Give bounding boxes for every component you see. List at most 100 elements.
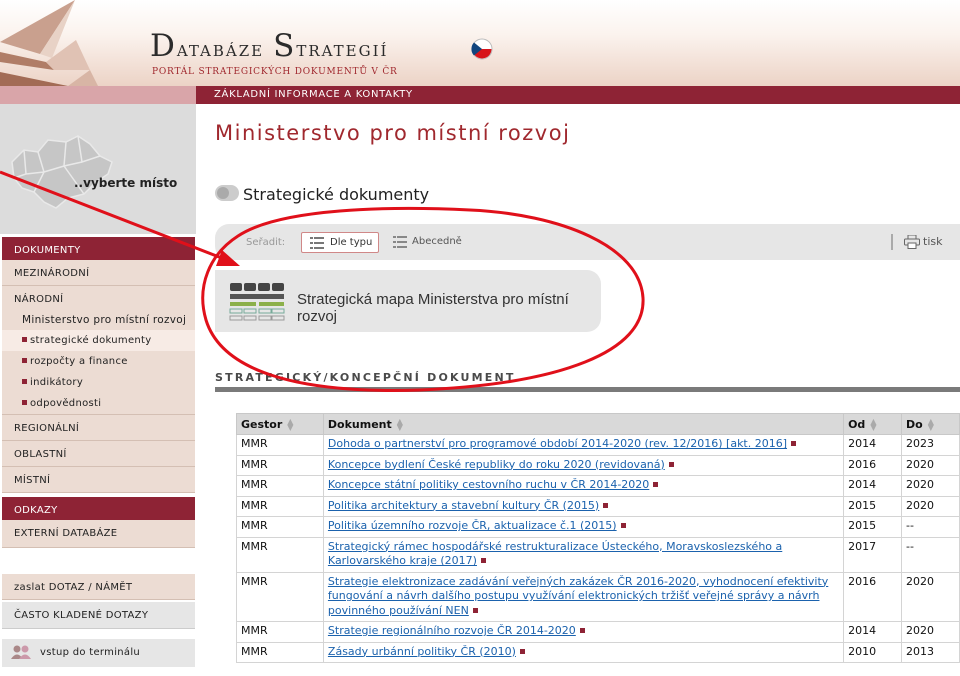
table-row: MMR Politika územního rozvoje ČR, aktuali… — [236, 516, 960, 538]
table-row: MMR Zásady urbánní politiky ČR (2010) 2010… — [236, 641, 960, 663]
cell-to: 2020 — [901, 495, 960, 517]
sidebar-item-budgets[interactable]: rozpočty a finance — [2, 351, 195, 372]
sort-by-type-button[interactable]: Dle typu — [301, 232, 379, 253]
print-label: tisk — [923, 235, 943, 248]
sidebar-item-national[interactable]: NÁRODNÍ — [2, 286, 195, 309]
sort-arrows-icon: ▲ ▼ — [287, 416, 294, 432]
cell-gestor: MMR — [236, 516, 324, 538]
column-label: Od — [848, 417, 866, 431]
print-button[interactable]: tisk — [904, 235, 943, 249]
cell-document: Politika architektury a stavební kultury… — [322, 495, 845, 517]
sidebar-item-ministry[interactable]: Ministerstvo pro místní rozvoj — [2, 309, 195, 330]
table-row: MMR Politika architektury a stavební kult… — [236, 495, 960, 517]
site-subtitle: PORTÁL STRATEGICKÝCH DOKUMENTŮ V ČR — [152, 67, 398, 77]
section-toggle-label[interactable]: Strategické dokumenty — [243, 185, 429, 204]
column-header-from[interactable]: Od ▲ ▼ — [843, 413, 903, 435]
strategy-map-icon — [229, 283, 285, 321]
document-marker-icon — [519, 648, 525, 654]
document-link[interactable]: Strategie elektronizace zadávání veřejný… — [328, 575, 828, 617]
sort-alphabetical-button[interactable]: Abecedně — [391, 232, 481, 253]
table-row: MMR Strategie regionálního rozvoje ČR 201… — [236, 621, 960, 643]
table-header-row: Gestor ▲ ▼ Dokument ▲ ▼ Od ▲ ▼ Do ▲ ▼ — [236, 413, 960, 435]
section-heading: STRATEGICKÝ/KONCEPČNÍ DOKUMENT — [215, 371, 516, 384]
sidebar-item-external-db[interactable]: EXTERNÍ DATABÁZE — [2, 520, 195, 548]
sidebar-item-label: indikátory — [30, 377, 84, 388]
cell-from: 2014 — [843, 621, 903, 643]
sidebar-item-responsibilities[interactable]: odpovědnosti — [2, 393, 195, 415]
cell-document: Strategie regionálního rozvoje ČR 2014-2… — [322, 621, 845, 643]
document-link[interactable]: Strategický rámec hospodářské restruktur… — [328, 540, 782, 568]
cell-to: 2013 — [901, 641, 960, 663]
sidebar-item-area[interactable]: OBLASTNÍ — [2, 441, 195, 467]
sort-label: Seřadit: — [246, 237, 286, 248]
send-question-link[interactable]: zaslat DOTAZ / NÁMĚT — [2, 574, 195, 600]
choose-location-label[interactable]: ..vyberte místo — [74, 176, 177, 190]
sidebar-header-links[interactable]: ODKAZY — [2, 497, 195, 520]
sidebar-item-international[interactable]: MEZINÁRODNÍ — [2, 260, 195, 286]
document-marker-icon — [472, 607, 478, 613]
document-link[interactable]: Zásady urbánní politiky ČR (2010) — [328, 645, 516, 658]
site-title[interactable]: Databáze Strategií — [150, 28, 388, 64]
section-divider — [215, 387, 960, 392]
cell-to: 2020 — [901, 571, 960, 622]
cell-from: 2017 — [843, 536, 903, 573]
column-label: Dokument — [327, 417, 392, 431]
cell-gestor: MMR — [236, 571, 324, 622]
sidebar-item-label: rozpočty a finance — [30, 356, 128, 367]
column-header-to[interactable]: Do ▲ ▼ — [901, 413, 960, 435]
site-header: Databáze Strategií PORTÁL STRATEGICKÝCH … — [0, 0, 960, 124]
cell-document: Strategický rámec hospodářské restruktur… — [322, 536, 845, 573]
czech-flag-icon — [471, 38, 493, 60]
region-map[interactable]: ..vyberte místo — [0, 104, 196, 234]
sort-toolbar: Seřadit: Dle typu Abecedně tisk — [215, 224, 960, 260]
cell-document: Strategie elektronizace zadávání veřejný… — [322, 571, 845, 622]
sidebar-item-label: odpovědnosti — [30, 398, 102, 409]
sidebar-item-indicators[interactable]: indikátory — [2, 372, 195, 393]
sidebar-header-documents[interactable]: DOKUMENTY — [2, 237, 195, 260]
column-label: Do — [906, 417, 923, 431]
sidebar-item-regional[interactable]: REGIONÁLNÍ — [2, 415, 195, 441]
terminal-login-link[interactable]: vstup do terminálu — [2, 639, 195, 667]
document-link[interactable]: Politika územního rozvoje ČR, aktualizac… — [328, 519, 617, 532]
column-header-gestor[interactable]: Gestor ▲ ▼ — [236, 413, 324, 435]
bullet-icon — [22, 358, 27, 363]
cell-document: Zásady urbánní politiky ČR (2010) — [322, 641, 845, 663]
table-row: MMR Dohoda o partnerství pro programové o… — [236, 434, 960, 456]
section-toggle[interactable] — [215, 185, 239, 201]
strategic-map-link[interactable]: Strategická mapa Ministerstva pro místní… — [215, 270, 601, 332]
nav-link-basic-info[interactable]: ZÁKLADNÍ INFORMACE A KONTAKTY — [214, 89, 413, 100]
cell-from: 2016 — [843, 454, 903, 476]
cell-to: 2020 — [901, 621, 960, 643]
sort-arrows-icon: ▲ ▼ — [396, 416, 403, 432]
document-marker-icon — [579, 628, 585, 633]
cell-document: Koncepce bydlení České republiky do roku… — [322, 454, 845, 476]
strategic-map-label: Strategická mapa Ministerstva pro místní… — [297, 291, 569, 325]
toolbar-divider — [891, 234, 893, 250]
cell-gestor: MMR — [236, 434, 324, 456]
sort-alphabetical-label: Abecedně — [412, 236, 462, 247]
cell-gestor: MMR — [236, 454, 324, 476]
document-link[interactable]: Strategie regionálního rozvoje ČR 2014-2… — [328, 624, 576, 637]
sidebar: ..vyberte místo DOKUMENTY MEZINÁRODNÍ NÁ… — [0, 104, 196, 676]
document-link[interactable]: Koncepce státní politiky cestovního ruch… — [328, 478, 649, 491]
cell-gestor: MMR — [236, 475, 324, 497]
document-link[interactable]: Politika architektury a stavební kultury… — [328, 499, 599, 512]
cell-gestor: MMR — [236, 621, 324, 643]
cell-document: Koncepce státní politiky cestovního ruch… — [322, 475, 845, 497]
cell-from: 2016 — [843, 571, 903, 622]
faq-link[interactable]: ČASTO KLADENÉ DOTAZY — [2, 602, 195, 629]
sidebar-item-strategic-documents[interactable]: strategické dokumenty — [2, 330, 195, 351]
cell-from: 2014 — [843, 475, 903, 497]
cell-to: -- — [901, 536, 960, 573]
column-header-document[interactable]: Dokument ▲ ▼ — [322, 413, 845, 435]
document-link[interactable]: Koncepce bydlení České republiky do roku… — [328, 458, 665, 471]
printer-icon — [904, 235, 920, 249]
document-link[interactable]: Dohoda o partnerství pro programové obdo… — [328, 437, 787, 450]
document-marker-icon — [653, 482, 659, 487]
sort-arrows-icon: ▲ ▼ — [870, 416, 877, 432]
sidebar-item-local[interactable]: MÍSTNÍ — [2, 467, 195, 493]
cell-gestor: MMR — [236, 495, 324, 517]
users-icon — [11, 645, 31, 659]
document-marker-icon — [480, 558, 486, 563]
cell-from: 2014 — [843, 434, 903, 456]
